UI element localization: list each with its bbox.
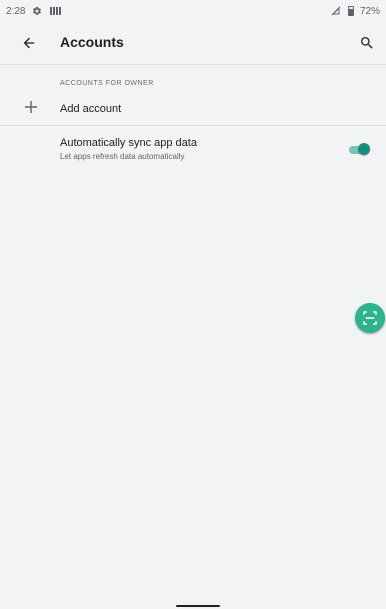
sync-toggle[interactable] bbox=[349, 143, 371, 155]
sync-setting-row[interactable]: Automatically sync app data Let apps ref… bbox=[0, 130, 386, 178]
add-account-row[interactable]: Add account bbox=[0, 92, 386, 126]
accounts-screen: 2:28 72% Accounts ACCOUNTS FOR OWNER Add… bbox=[0, 0, 386, 609]
nav-handle[interactable] bbox=[176, 605, 220, 607]
status-left: 2:28 bbox=[6, 5, 61, 17]
sync-subtitle: Let apps refresh data automatically bbox=[60, 152, 185, 161]
search-icon bbox=[361, 37, 373, 49]
settings-icon bbox=[31, 5, 43, 17]
app-bar: Accounts bbox=[0, 22, 386, 65]
battery-percent: 72% bbox=[359, 5, 380, 17]
sim-card-icon bbox=[49, 5, 61, 17]
search-button[interactable] bbox=[356, 32, 378, 54]
plus-icon bbox=[25, 101, 37, 113]
scan-fab[interactable] bbox=[355, 303, 385, 333]
no-signal-icon bbox=[330, 5, 342, 17]
arrow-left-icon bbox=[23, 37, 35, 49]
status-time: 2:28 bbox=[6, 5, 26, 17]
sync-title: Automatically sync app data bbox=[60, 137, 197, 149]
status-right: 72% bbox=[330, 5, 380, 17]
toggle-thumb bbox=[358, 143, 370, 155]
add-account-label: Add account bbox=[60, 103, 122, 115]
page-title: Accounts bbox=[60, 34, 124, 50]
status-bar: 2:28 72% bbox=[0, 0, 386, 22]
battery-icon bbox=[347, 6, 354, 16]
section-header: ACCOUNTS FOR OWNER bbox=[60, 80, 154, 87]
scan-icon bbox=[363, 311, 377, 325]
back-button[interactable] bbox=[18, 32, 40, 54]
